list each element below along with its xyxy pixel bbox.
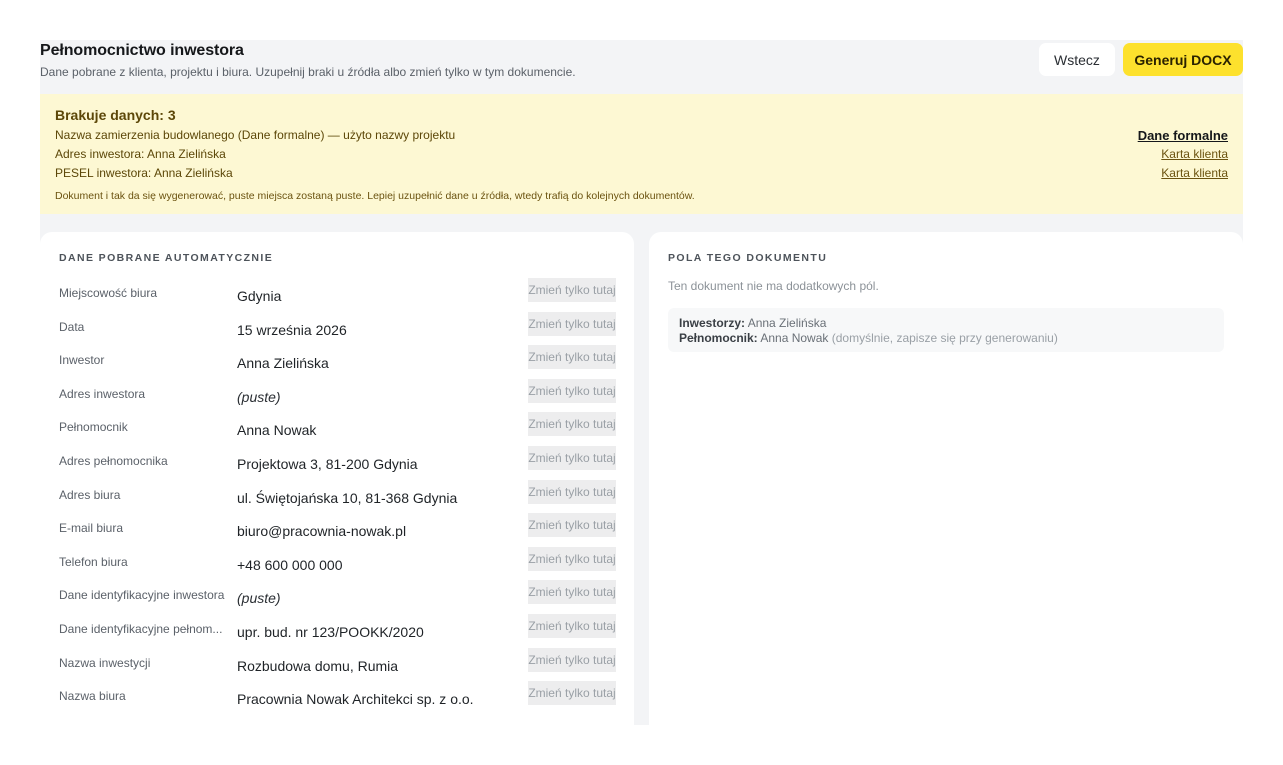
data-row-label: Telefon biura [59,554,128,569]
data-row-label: Inwestor [59,353,105,368]
data-row-label: Adres biura [59,487,121,502]
auto-data-rows: Miejscowość biura Gdynia Zmień tylko tutaj… [40,278,634,715]
data-row-value: Gdynia [237,288,282,304]
data-row-value: (puste) [237,590,281,607]
attorney-line: Pełnomocnik: Anna Nowak (domyślnie, zapi… [679,331,1058,345]
data-row-value: Projektowa 3, 81-200 Gdynia [237,455,418,472]
data-row: Pełnomocnik Anna Nowak Zmień tylko tutaj [40,412,634,446]
auto-data-card: Dane pobrane automatycznie Miejscowość b… [40,232,634,725]
data-row: Adres biura ul. Świętojańska 10, 81-368 G… [40,479,634,514]
change-here-button[interactable]: Zmień tylko tutaj [528,278,616,302]
alert-link-karta-klienta[interactable]: Karta klienta [1161,166,1228,180]
alert-note: Dokument i tak da się wygenerować, puste… [55,190,695,202]
data-row: E-mail biura biuro@pracownia-nowak.pl Zmie… [40,513,634,547]
alert-item: Adres inwestora: Anna Zielińska [55,147,226,161]
data-row: Data 15 września 2026 Zmień tylko tutaj [40,311,634,346]
change-here-button[interactable]: Zmień tylko tutaj [528,647,616,672]
alert-item: Nazwa zamierzenia budowlanego (Dane form… [55,128,456,142]
missing-data-alert: Brakuje danych: 3 Nazwa zamierzenia budo… [40,94,1243,214]
data-row: Inwestor Anna Zielińska Zmień tylko tutaj [40,345,634,379]
page-header: Pełnomocnictwo inwestora Dane pobrane z … [40,40,1243,94]
data-row-value: (puste) [237,388,281,405]
page-subtitle: Dane pobrane z klienta, projektu i biura… [40,65,576,79]
attorney-value: Anna Nowak [760,331,829,345]
data-row-label: Dane identyfikacyjne inwestora [59,588,225,603]
change-here-button[interactable]: Zmień tylko tutaj [528,445,616,470]
page-title: Pełnomocnictwo inwestora [40,42,244,59]
back-button[interactable]: Wstecz [1039,43,1115,76]
data-row-label: Dane identyfikacyjne pełnom... [59,621,223,636]
alert-link-karta-klienta[interactable]: Karta klienta [1161,147,1228,161]
data-row-value: biuro@pracownia-nowak.pl [237,523,407,540]
data-row: Nazwa inwestycji Rozbudowa domu, Rumia Zmi… [40,647,634,682]
document-fields-card: Pola tego dokumentu Ten dokument nie ma … [649,232,1243,725]
data-row-value: Rozbudowa domu, Rumia [237,657,399,674]
data-row: Nazwa biura Pracownia Nowak Architekci sp… [40,681,634,715]
change-here-button[interactable]: Zmień tylko tutaj [528,613,616,638]
data-row-label: Miejscowość biura [59,286,158,300]
people-summary: Inwestorzy: Anna Zielińska Pełnomocnik: … [668,308,1224,352]
data-row-value: +48 600 000 000 [237,556,343,573]
alert-link-dane-formalne[interactable]: Dane formalne [1138,128,1228,143]
data-row-label: Pełnomocnik [59,420,128,435]
auto-data-heading: Dane pobrane automatycznie [59,252,274,264]
data-row: Miejscowość biura Gdynia Zmień tylko tutaj [40,278,634,312]
data-row-label: Data [59,319,85,334]
data-row-label: Adres inwestora [59,386,146,401]
investors-line: Inwestorzy: Anna Zielińska [679,316,826,330]
data-row: Dane identyfikacyjne pełnom... upr. bud. … [40,613,634,648]
change-here-button[interactable]: Zmień tylko tutaj [528,378,616,403]
no-fields-text: Ten dokument nie ma dodatkowych pól. [668,279,879,293]
alert-title: Brakuje danych: 3 [55,107,176,123]
change-here-button[interactable]: Zmień tylko tutaj [528,412,616,437]
data-row-value: Pracownia Nowak Architekci sp. z o.o. [237,691,474,708]
change-here-button[interactable]: Zmień tylko tutaj [528,580,616,605]
change-here-button[interactable]: Zmień tylko tutaj [528,345,616,370]
change-here-button[interactable]: Zmień tylko tutaj [528,311,616,336]
page: Pełnomocnictwo inwestora Dane pobrane z … [40,40,1243,725]
alert-item: PESEL inwestora: Anna Zielińska [55,166,233,180]
data-row: Adres pełnomocnika Projektowa 3, 81-200 G… [40,445,634,480]
document-fields-heading: Pola tego dokumentu [668,252,828,264]
attorney-label: Pełnomocnik: [679,331,758,345]
data-row-value: 15 września 2026 [237,321,347,338]
data-row-value: ul. Świętojańska 10, 81-368 Gdynia [237,489,458,506]
data-row-label: Nazwa inwestycji [59,655,151,670]
data-row-value: Anna Zielińska [237,355,329,372]
investors-value: Anna Zielińska [747,316,827,330]
change-here-button[interactable]: Zmień tylko tutaj [528,479,616,504]
data-row: Dane identyfikacyjne inwestora (puste) Zmi… [40,580,634,614]
data-row-label: E-mail biura [59,521,124,536]
data-row: Telefon biura +48 600 000 000 Zmień tylko … [40,546,634,581]
change-here-button[interactable]: Zmień tylko tutaj [528,546,616,571]
change-here-button[interactable]: Zmień tylko tutaj [528,513,616,538]
data-row: Adres inwestora (puste) Zmień tylko tutaj [40,378,634,413]
change-here-button[interactable]: Zmień tylko tutaj [528,681,616,706]
attorney-note: (domyślnie, zapisze się przy generowaniu… [831,331,1058,345]
data-row-label: Nazwa biura [59,689,126,704]
investors-label: Inwestorzy: [679,316,746,330]
data-row-label: Adres pełnomocnika [59,453,168,468]
data-row-value: Anna Nowak [237,422,317,439]
generate-docx-button[interactable]: Generuj DOCX [1123,43,1243,76]
data-row-value: upr. bud. nr 123/POOKK/2020 [237,623,424,640]
